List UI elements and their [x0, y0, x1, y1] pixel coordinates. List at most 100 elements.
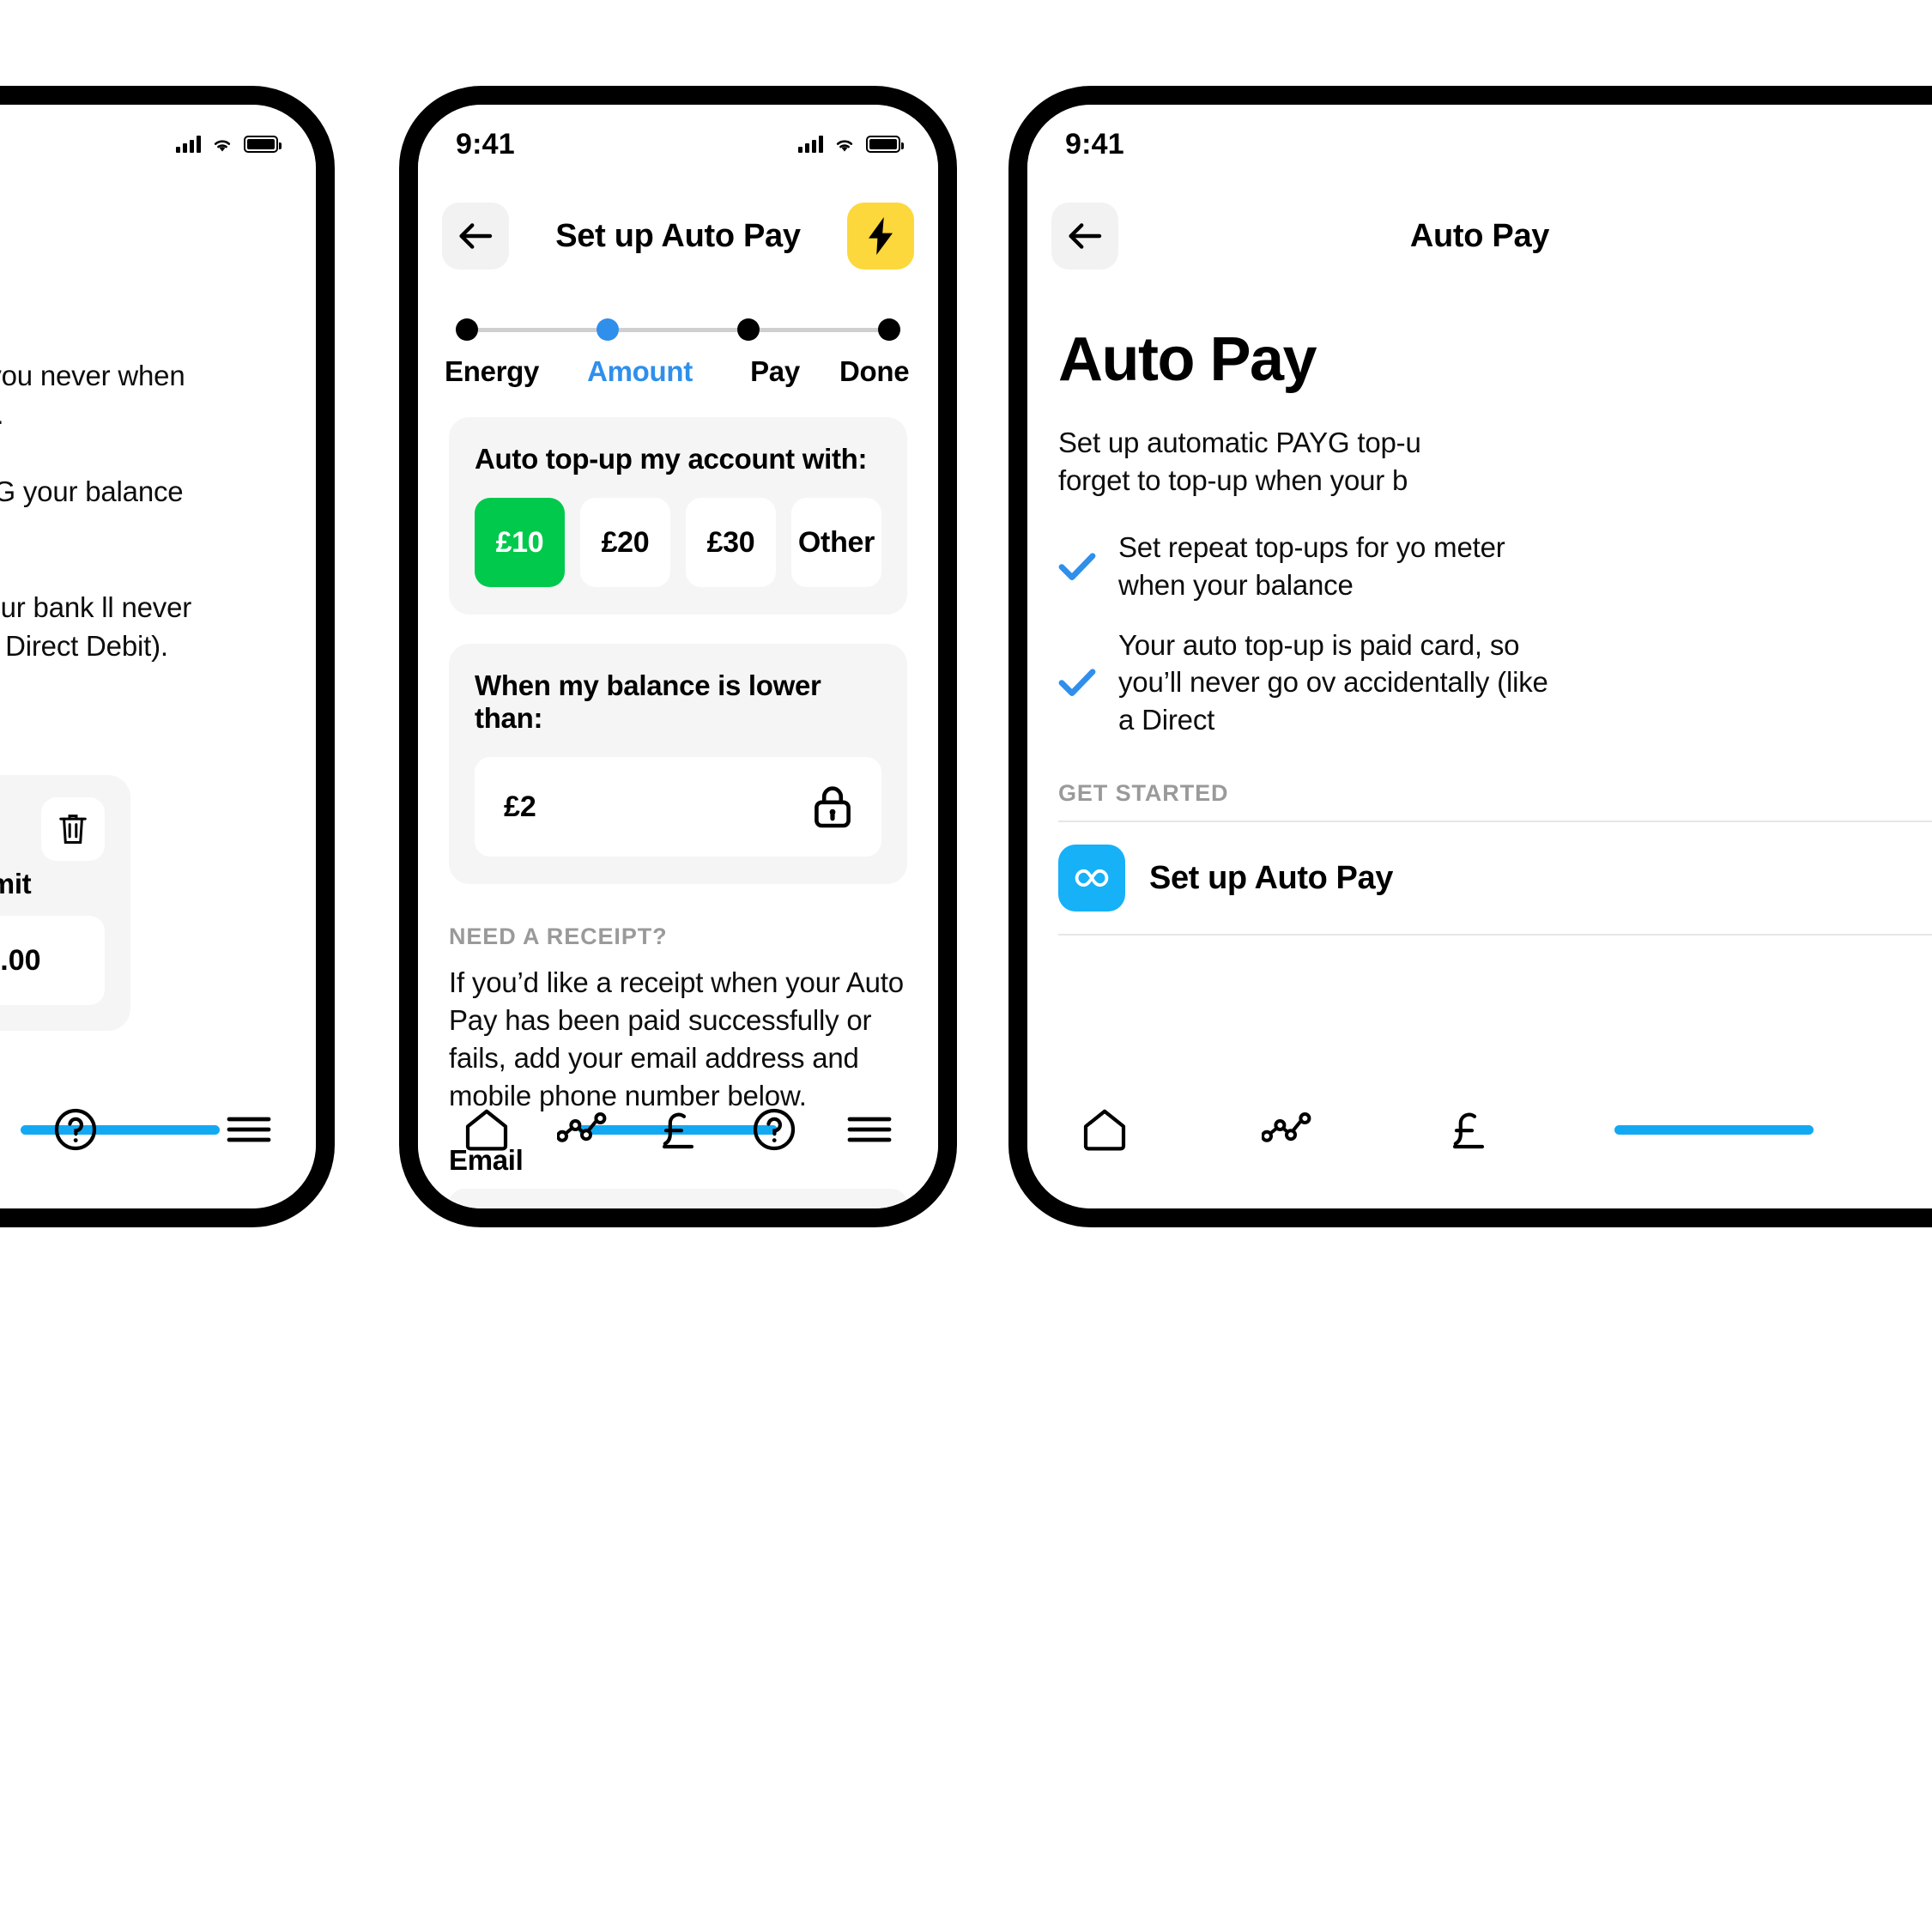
progress-stepper: Energy Amount Pay Done: [418, 283, 938, 388]
back-button[interactable]: [442, 203, 509, 270]
left-paragraph-3: op-up is paid with your bank ll never go…: [0, 589, 192, 665]
benefit-text-2: Your auto top-up is paid card, so you’ll…: [1118, 628, 1548, 736]
step-dot-amount[interactable]: [597, 318, 619, 341]
check-icon: [1058, 668, 1096, 697]
trash-row: [0, 797, 105, 862]
step-dot-energy[interactable]: [456, 318, 478, 341]
tab-home[interactable]: [1065, 1090, 1144, 1169]
phone-left: 9:41 Auto Pay c PAYG top-ups so you neve…: [0, 86, 335, 1227]
content-right: Auto Pay Set up automatic PAYG top-u for…: [1027, 283, 1932, 1208]
pound-icon: [656, 1105, 700, 1154]
topup-amount-options: £10 £20 £30 Other: [475, 498, 881, 587]
page-title-mid: Set up Auto Pay: [555, 217, 801, 254]
tab-usage[interactable]: [542, 1090, 621, 1169]
tab-menu[interactable]: [209, 1090, 288, 1169]
topup-amount-title: Auto top-up my account with:: [475, 443, 868, 475]
tab-usage[interactable]: [1247, 1090, 1326, 1169]
page-title-right: Auto Pay: [1409, 217, 1550, 254]
stepper-segment-1: [478, 327, 597, 332]
status-icons-left: [176, 136, 282, 153]
tab-help[interactable]: [36, 1090, 115, 1169]
help-icon: [53, 1107, 98, 1152]
wifi-icon: [211, 136, 233, 153]
step-label-energy: Energy: [445, 355, 540, 387]
stepper-track: [456, 314, 900, 345]
nav-bar-mid: Set up Auto Pay: [418, 189, 938, 283]
delete-button[interactable]: [41, 797, 105, 862]
get-started-section: GET STARTED Set up Auto Pay: [1027, 761, 1932, 936]
lightning-bolt-icon: [867, 217, 894, 255]
get-started-overline: GET STARTED: [1058, 780, 1229, 807]
signal-bars-icon: [798, 136, 823, 153]
left-paragraph-2: op-ups for your PAYG your balance reache…: [0, 473, 192, 549]
credit-limit-value[interactable]: £2.00: [0, 916, 105, 1006]
step-dot-pay[interactable]: [737, 318, 760, 341]
battery-icon: [244, 136, 282, 153]
tab-menu[interactable]: [830, 1090, 909, 1169]
status-icons-mid: [798, 136, 904, 153]
credit-limit-row: £2.00: [0, 916, 105, 1006]
nav-bar-right: Auto Pay: [1027, 189, 1932, 283]
screenshot-stage: 9:41 Auto Pay c PAYG top-ups so you neve…: [0, 0, 1932, 1932]
heading-auto-pay: Auto Pay: [1058, 325, 1317, 394]
tab-bar-right: [1027, 1080, 1932, 1208]
step-label-amount: Amount: [587, 355, 693, 387]
stepper-segment-2: [619, 327, 737, 332]
back-arrow-icon: [1067, 221, 1103, 251]
status-time-right: 9:41: [1065, 127, 1124, 160]
stepper-segment-3: [760, 327, 878, 332]
boost-button[interactable]: [847, 203, 914, 270]
menu-icon: [846, 1112, 893, 1147]
step-label-pay: Pay: [750, 355, 800, 387]
usage-graph-icon: [1262, 1111, 1311, 1148]
nav-bar-left: Auto Pay: [0, 189, 316, 283]
check-icon: [1058, 552, 1096, 581]
left-paragraph-1: c PAYG top-ups so you never when your ba…: [0, 357, 192, 433]
tab-bar-left: [0, 1080, 316, 1208]
content-mid: Energy Amount Pay Done Auto top-up my ac…: [418, 283, 938, 1208]
amount-option-other[interactable]: Other: [791, 498, 881, 587]
left-paragraph-3-text: op-up is paid with your bank ll never go…: [0, 591, 192, 662]
lock-icon: [813, 784, 852, 829]
balance-threshold-title: When my balance is lower than:: [475, 669, 821, 734]
topup-amount-card: Auto top-up my account with: £10 £20 £30…: [449, 417, 907, 615]
amount-option-30[interactable]: £30: [686, 498, 776, 587]
set-up-auto-pay-label: Set up Auto Pay: [1149, 859, 1393, 896]
content-left: c PAYG top-ups so you never when your ba…: [0, 283, 316, 1208]
balance-threshold-field[interactable]: £2: [475, 757, 881, 857]
step-dot-done[interactable]: [878, 318, 900, 341]
pound-icon: [1446, 1105, 1491, 1154]
benefits-list: Set repeat top-ups for yo meter when you…: [1027, 500, 1932, 739]
tab-bar-mid: [418, 1080, 938, 1208]
usage-graph-icon: [557, 1111, 607, 1148]
amount-option-10[interactable]: £10: [475, 498, 565, 587]
back-arrow-icon: [457, 221, 494, 251]
list-item: Set repeat top-ups for yo meter when you…: [1058, 529, 1932, 604]
status-time-mid: 9:41: [456, 127, 515, 160]
credit-limit-card: Credit limit £2.00: [0, 775, 130, 1032]
tab-help[interactable]: [735, 1090, 814, 1169]
phone-middle: 9:41 Set up Auto Pay Energy Amount Pay D…: [399, 86, 957, 1227]
balance-threshold-card: When my balance is lower than: £2: [449, 644, 907, 884]
left-paragraph-2-text: op-ups for your PAYG your balance reache…: [0, 475, 184, 508]
status-bar-mid: 9:41: [418, 120, 938, 168]
phone-middle-screen: 9:41 Set up Auto Pay Energy Amount Pay D…: [418, 105, 938, 1208]
back-button[interactable]: [1051, 203, 1118, 270]
phone-left-screen: 9:41 Auto Pay c PAYG top-ups so you neve…: [0, 105, 316, 1208]
battery-icon: [866, 136, 904, 153]
set-up-auto-pay-row[interactable]: Set up Auto Pay: [1058, 821, 1932, 936]
amount-option-20[interactable]: £20: [580, 498, 670, 587]
benefit-text-1: Set repeat top-ups for yo meter when you…: [1118, 530, 1505, 601]
balance-threshold-value: £2: [504, 790, 536, 823]
tab-home[interactable]: [447, 1090, 526, 1169]
home-icon: [1081, 1107, 1128, 1152]
tab-payments[interactable]: [639, 1090, 718, 1169]
receipt-overline: NEED A RECEIPT?: [449, 924, 668, 949]
phone-right-screen: 9:41 Auto Pay Auto Pay Set up automatic …: [1027, 105, 1932, 1208]
phone-right: 9:41 Auto Pay Auto Pay Set up automatic …: [1008, 86, 1932, 1227]
trash-icon: [57, 811, 89, 847]
tab-payments[interactable]: [1429, 1090, 1508, 1169]
intro-paragraph: Set up automatic PAYG top-u forget to to…: [1058, 427, 1421, 496]
left-paragraph-1-text: c PAYG top-ups so you never when your ba…: [0, 360, 185, 430]
help-icon: [752, 1107, 796, 1152]
